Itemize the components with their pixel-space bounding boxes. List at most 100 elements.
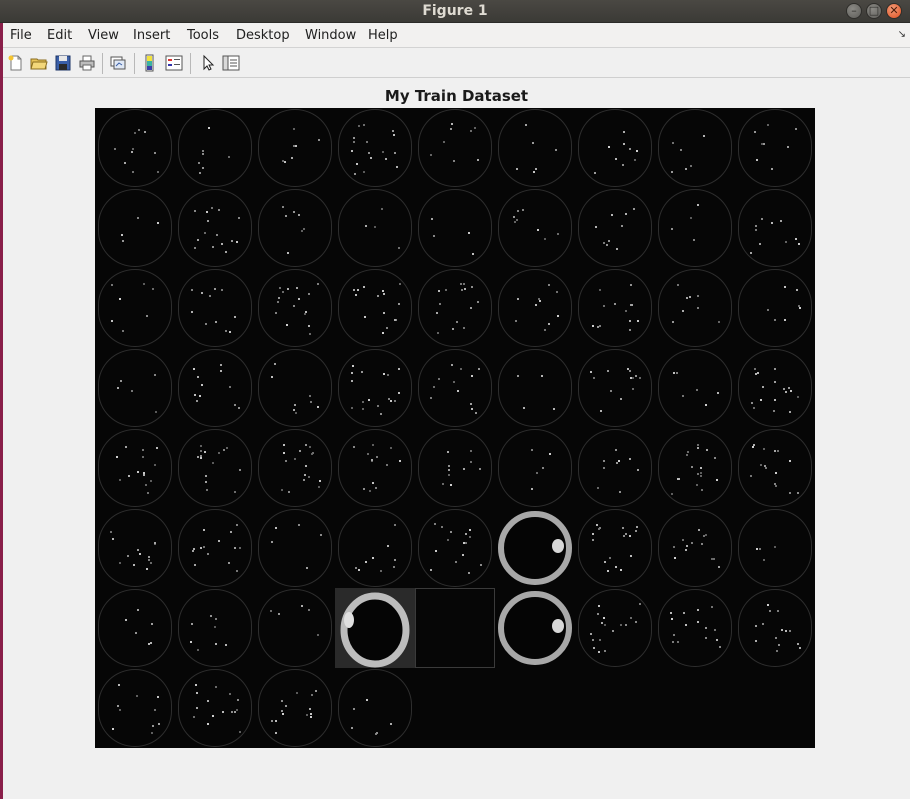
lesion-dot bbox=[220, 364, 223, 367]
lesion-dot bbox=[754, 624, 757, 627]
lesion-dot bbox=[207, 699, 210, 702]
lesion-dot bbox=[622, 130, 625, 133]
lesion-dot bbox=[591, 324, 594, 327]
menu-dock-arrow-icon[interactable]: ↘ bbox=[898, 29, 906, 40]
lesion-dot bbox=[368, 399, 371, 402]
lesion-dot bbox=[390, 447, 393, 450]
maximize-button[interactable]: □ bbox=[866, 3, 882, 19]
lesion-dot bbox=[229, 692, 232, 695]
menu-window[interactable]: Window bbox=[305, 28, 356, 43]
print-icon[interactable] bbox=[78, 54, 96, 72]
lesion-dot bbox=[151, 724, 154, 727]
lesion-dot bbox=[462, 326, 465, 329]
lesion-dot bbox=[597, 650, 600, 653]
lens-outline bbox=[98, 189, 172, 267]
menu-file[interactable]: File bbox=[10, 28, 32, 43]
lesion-dot bbox=[214, 643, 217, 646]
lesion-dot bbox=[205, 488, 208, 491]
lens-outline bbox=[578, 589, 652, 667]
lesion-dot bbox=[620, 224, 623, 227]
lesion-dot bbox=[278, 296, 281, 299]
figure-canvas[interactable]: My Train Dataset bbox=[3, 79, 910, 799]
lesion-dot bbox=[615, 247, 618, 250]
lens-outline bbox=[658, 109, 732, 187]
lesion-dot bbox=[692, 239, 695, 242]
lesion-dot bbox=[687, 450, 690, 453]
lens-outline bbox=[738, 429, 812, 507]
colorbar-icon[interactable] bbox=[141, 54, 159, 72]
menu-tools[interactable]: Tools bbox=[187, 28, 219, 43]
lens-outline bbox=[178, 669, 252, 747]
lesion-dot bbox=[196, 375, 199, 378]
lesion-dot bbox=[459, 283, 462, 286]
image-montage[interactable] bbox=[95, 108, 815, 748]
lesion-dot bbox=[201, 291, 204, 294]
lesion-dot bbox=[204, 322, 207, 325]
montage-tile bbox=[735, 188, 815, 268]
legend-icon[interactable] bbox=[165, 54, 183, 72]
lesion-dot bbox=[361, 408, 364, 411]
lesion-dot bbox=[209, 295, 212, 298]
lesion-dot bbox=[238, 731, 241, 734]
lens-outline bbox=[338, 509, 412, 587]
lesion-dot bbox=[525, 124, 528, 127]
property-editor-icon[interactable] bbox=[222, 54, 240, 72]
lesion-dot bbox=[463, 283, 466, 286]
lesion-dot bbox=[220, 242, 223, 245]
lesion-dot bbox=[470, 461, 473, 464]
lesion-dot bbox=[619, 398, 622, 401]
montage-tile bbox=[175, 428, 255, 508]
lesion-dot bbox=[633, 208, 636, 211]
lesion-dot bbox=[609, 557, 612, 560]
menu-edit[interactable]: Edit bbox=[47, 28, 72, 43]
link-plot-icon[interactable] bbox=[109, 54, 127, 72]
lesion-dot bbox=[602, 305, 605, 308]
lesion-dot bbox=[450, 123, 453, 126]
menu-insert[interactable]: Insert bbox=[133, 28, 170, 43]
menu-view[interactable]: View bbox=[88, 28, 119, 43]
lesion-dot bbox=[124, 162, 127, 165]
lesion-dot bbox=[778, 644, 781, 647]
lesion-dot bbox=[455, 321, 458, 324]
open-file-icon[interactable] bbox=[30, 54, 48, 72]
lesion-dot bbox=[787, 145, 790, 148]
lesion-dot bbox=[522, 209, 525, 212]
lesion-dot bbox=[536, 472, 539, 474]
pointer-icon[interactable] bbox=[199, 54, 217, 72]
lens-outline bbox=[258, 589, 332, 667]
lesion-dot bbox=[358, 569, 361, 572]
lesion-dot bbox=[604, 560, 607, 563]
lesion-dot bbox=[290, 157, 293, 160]
montage-tile bbox=[175, 588, 255, 668]
menu-help[interactable]: Help bbox=[368, 28, 398, 43]
lesion-dot bbox=[541, 374, 544, 377]
menu-desktop[interactable]: Desktop bbox=[236, 28, 290, 43]
lesion-dot bbox=[459, 368, 462, 371]
lesion-dot bbox=[774, 636, 777, 639]
lesion-dot bbox=[127, 474, 130, 477]
close-button[interactable]: ✕ bbox=[886, 3, 902, 19]
lesion-dot bbox=[390, 399, 393, 402]
figure-window: Figure 1 – □ ✕ File Edit View Insert Too… bbox=[0, 0, 910, 799]
minimize-button[interactable]: – bbox=[846, 3, 862, 19]
save-icon[interactable] bbox=[54, 54, 72, 72]
new-figure-icon[interactable] bbox=[7, 54, 25, 72]
title-bar[interactable]: Figure 1 – □ ✕ bbox=[0, 0, 910, 23]
lesion-dot bbox=[112, 728, 115, 731]
lesion-dot bbox=[143, 130, 146, 133]
lens-outline bbox=[498, 269, 572, 347]
lesion-dot bbox=[389, 723, 392, 726]
montage-tile bbox=[335, 428, 415, 508]
lens-outline bbox=[738, 589, 812, 667]
lesion-dot bbox=[191, 549, 194, 552]
lesion-dot bbox=[146, 314, 149, 317]
lesion-dot bbox=[197, 649, 200, 652]
lesion-dot bbox=[202, 529, 205, 532]
lesion-dot bbox=[239, 468, 242, 471]
lesion-dot bbox=[754, 640, 757, 643]
lesion-dot bbox=[464, 532, 467, 535]
lesion-dot bbox=[305, 713, 308, 716]
lesion-dot bbox=[125, 446, 127, 449]
lesion-dot bbox=[153, 374, 156, 377]
lesion-dot bbox=[211, 715, 214, 718]
